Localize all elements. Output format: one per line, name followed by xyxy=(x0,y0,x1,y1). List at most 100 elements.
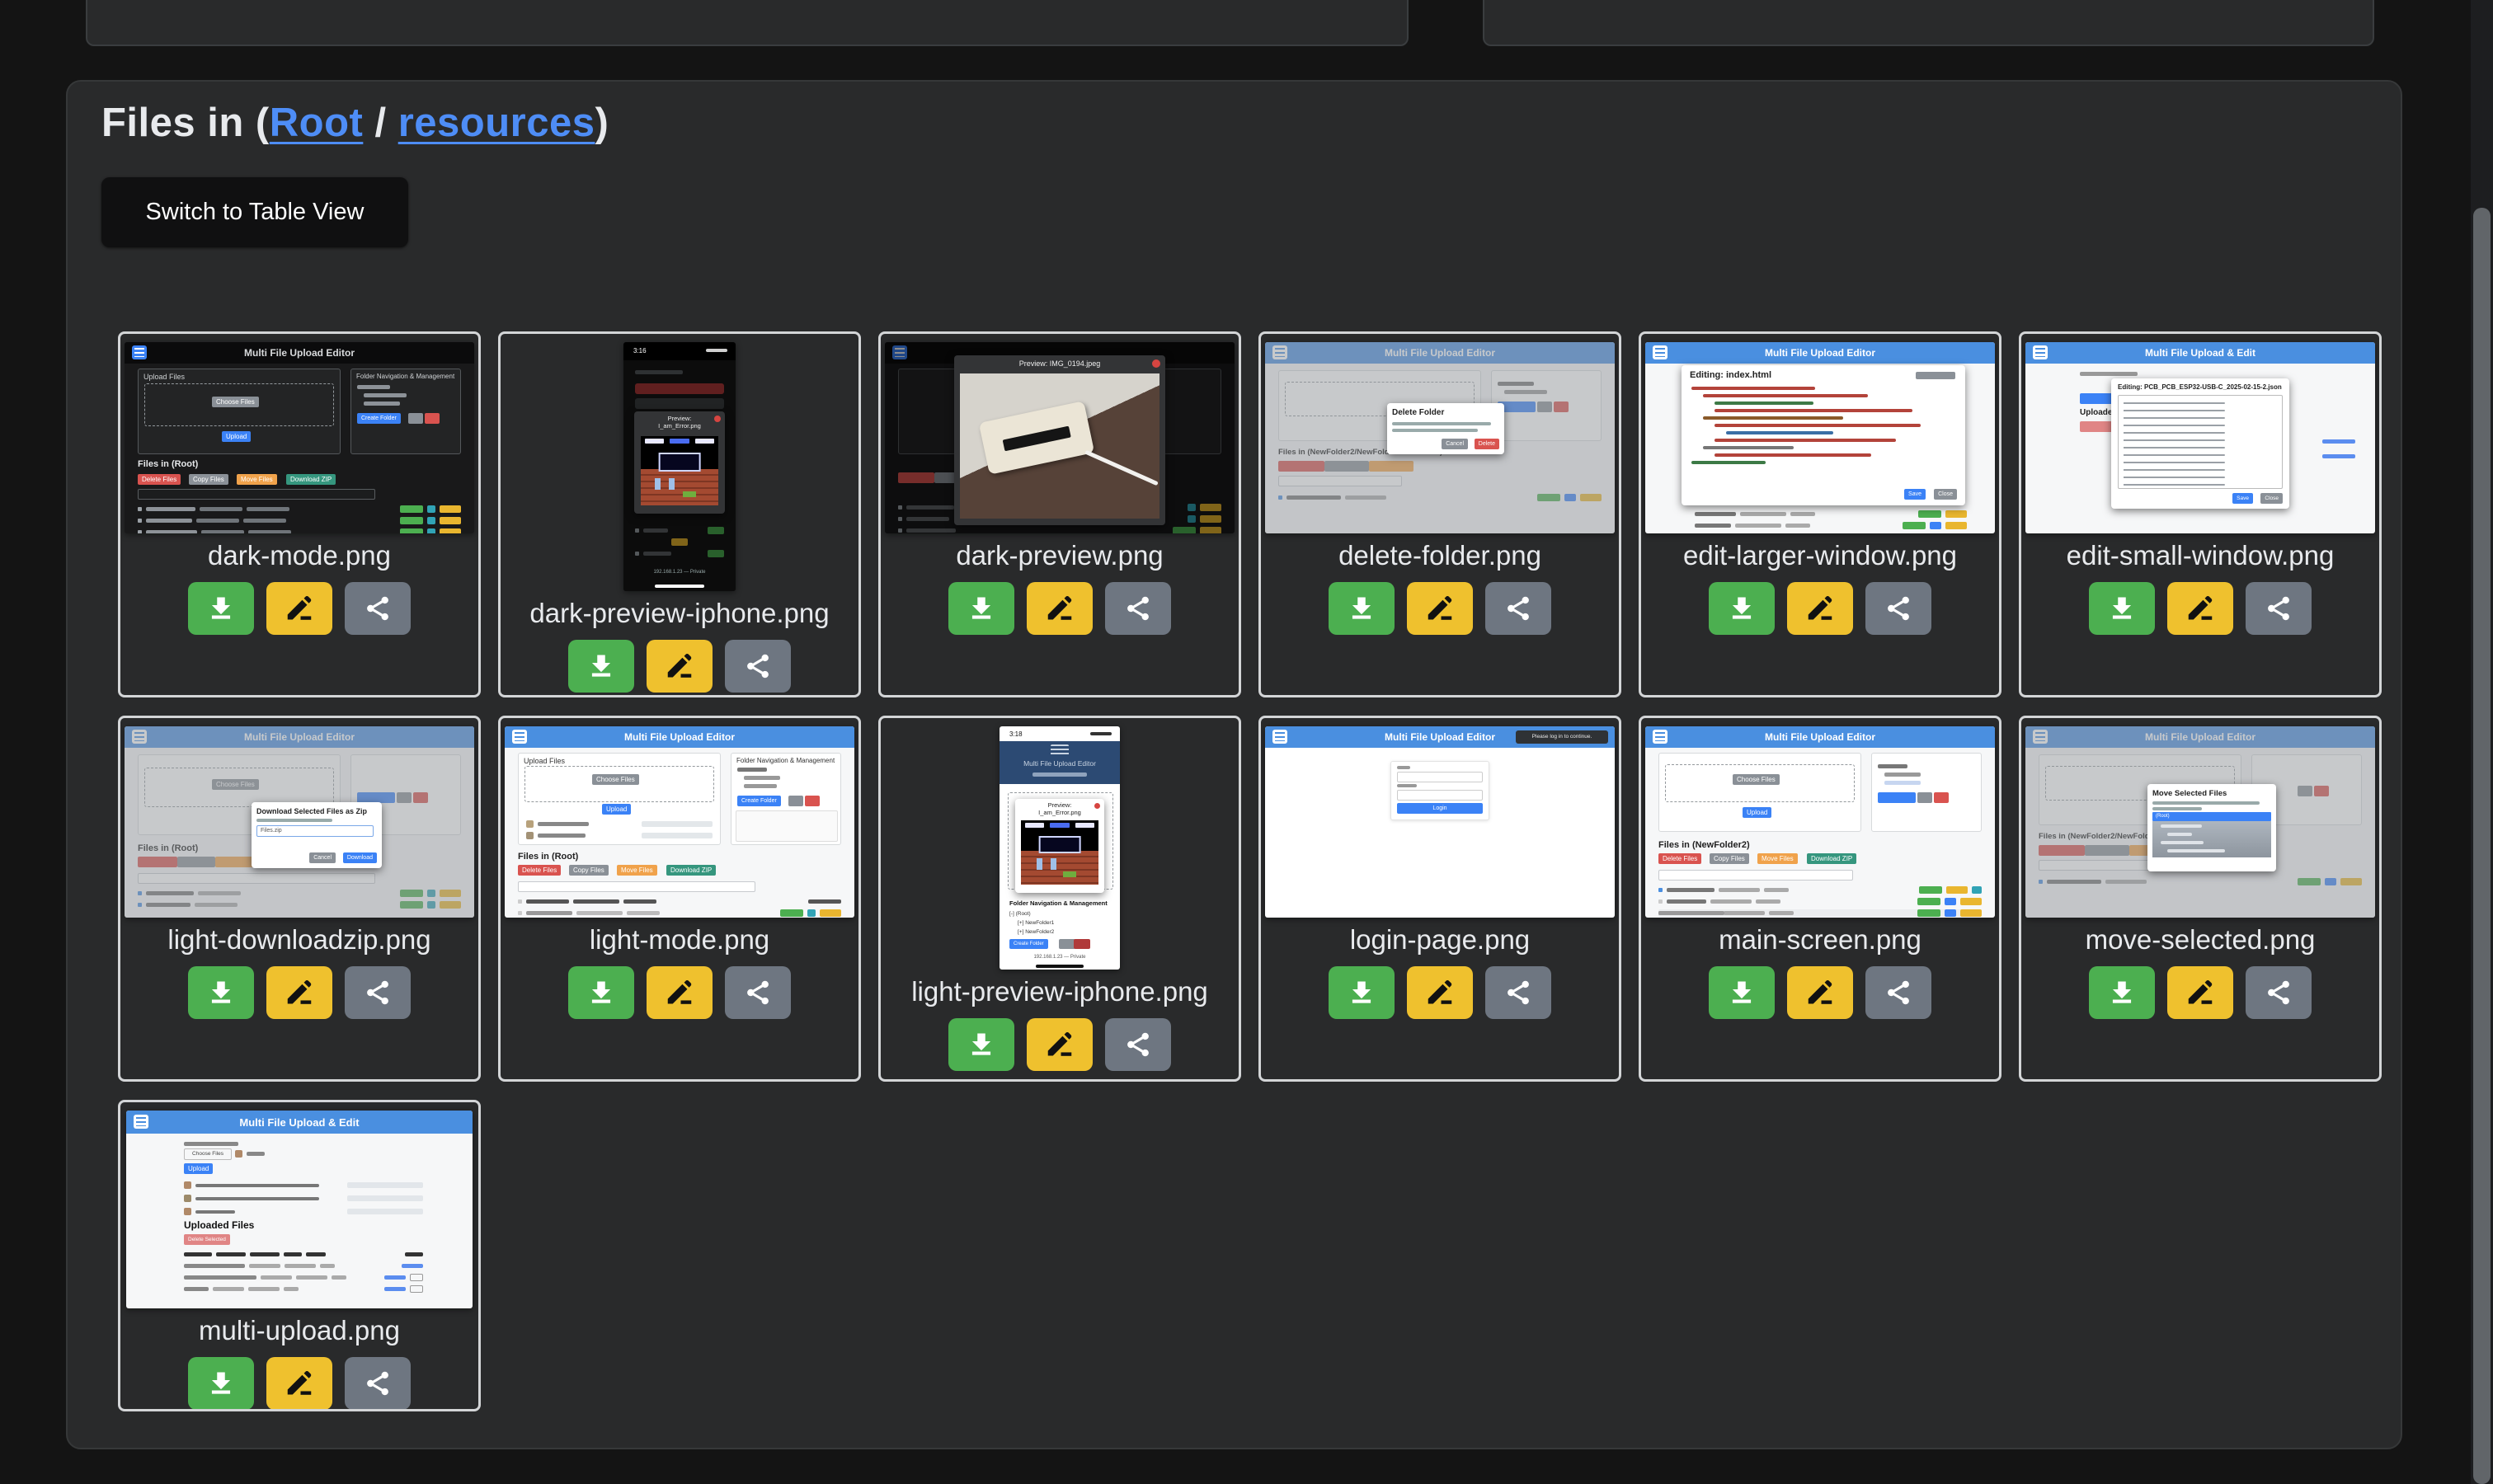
share-button[interactable] xyxy=(1865,582,1931,635)
file-thumbnail[interactable]: 3:16 Preview: I_am_Error.png xyxy=(623,342,736,591)
share-button[interactable] xyxy=(1865,966,1931,1019)
download-button[interactable] xyxy=(568,966,634,1019)
file-thumbnail[interactable]: Multi File Upload Editor Upload Files Ch… xyxy=(505,726,854,918)
edit-icon xyxy=(2185,978,2215,1007)
edit-button[interactable] xyxy=(1407,966,1473,1019)
file-thumbnail[interactable]: Multi File Upload Editor Files in (NewFo… xyxy=(1265,342,1615,533)
mock-panel-label: Upload Files xyxy=(143,373,185,381)
share-button[interactable] xyxy=(725,966,791,1019)
mock-chip: Delete Files xyxy=(1658,853,1701,864)
edit-button[interactable] xyxy=(647,966,713,1019)
mock-tree-line: [-] (Root) xyxy=(1009,911,1031,917)
edit-button[interactable] xyxy=(1407,582,1473,635)
breadcrumb-current-link[interactable]: resources xyxy=(398,101,595,145)
file-actions xyxy=(2021,582,2379,635)
mock-modal-title: Move Selected Files xyxy=(2152,789,2271,798)
download-button[interactable] xyxy=(188,966,254,1019)
download-icon xyxy=(1346,977,1377,1008)
share-button[interactable] xyxy=(1485,582,1551,635)
mock-panel-label: Upload Files xyxy=(524,757,565,765)
menu-icon xyxy=(1653,345,1667,359)
file-thumbnail[interactable]: Multi File Upload Editor Editing: index.… xyxy=(1645,342,1995,533)
edit-button[interactable] xyxy=(1027,582,1093,635)
edit-button[interactable] xyxy=(266,1357,332,1410)
switch-to-table-view-button[interactable]: Switch to Table View xyxy=(101,177,408,247)
top-panel-left xyxy=(86,0,1409,46)
download-icon xyxy=(586,650,617,682)
mock-move-modal: Move Selected Files (Root) xyxy=(2147,784,2276,871)
scrollbar-thumb[interactable] xyxy=(2473,208,2491,1484)
mock-section-title: Files in (Root) xyxy=(518,852,578,862)
mock-username-input xyxy=(1397,772,1483,782)
download-button[interactable] xyxy=(948,582,1014,635)
download-button[interactable] xyxy=(948,1018,1014,1071)
share-button[interactable] xyxy=(2246,582,2312,635)
share-button[interactable] xyxy=(345,1357,411,1410)
mock-game-hud xyxy=(645,439,714,444)
edit-button[interactable] xyxy=(266,966,332,1019)
mock-create-folder-chip: Create Folder xyxy=(737,796,781,806)
mock-upload-chip xyxy=(2080,393,2113,404)
download-icon xyxy=(2106,593,2138,624)
edit-button[interactable] xyxy=(647,640,713,693)
share-button[interactable] xyxy=(1485,966,1551,1019)
mock-download-chip: Download xyxy=(343,852,377,863)
menu-icon xyxy=(2033,345,2048,359)
mock-folder-panel: Folder Navigation & Management xyxy=(350,369,461,454)
download-button[interactable] xyxy=(1709,966,1775,1019)
share-button[interactable] xyxy=(1105,1018,1171,1071)
mock-font-plus-chip xyxy=(1934,372,1955,379)
share-icon xyxy=(1123,594,1153,623)
mock-preview-modal: Preview: IMG_0194.jpeg xyxy=(954,355,1165,525)
file-thumbnail[interactable]: Multi File Upload Editor Choose Files Up… xyxy=(1645,726,1995,918)
file-thumbnail[interactable]: Preview: IMG_0194.jpeg Preview: IMG_0194… xyxy=(885,342,1235,533)
file-thumbnail[interactable]: Multi File Upload & Edit Uploaded Fi Edi… xyxy=(2025,342,2375,533)
file-name: dark-preview.png xyxy=(881,540,1239,571)
share-button[interactable] xyxy=(345,966,411,1019)
edit-icon xyxy=(2185,594,2215,623)
edit-button[interactable] xyxy=(266,582,332,635)
mock-close-icon xyxy=(1152,359,1160,368)
mock-modal-filename: I_am_Error.png xyxy=(634,422,725,430)
mock-option-selected: (Root) xyxy=(2152,812,2271,821)
download-button[interactable] xyxy=(1709,582,1775,635)
edit-button[interactable] xyxy=(1787,582,1853,635)
file-thumbnail[interactable]: Multi File Upload Editor Upload Files Ch… xyxy=(125,342,474,533)
edit-button[interactable] xyxy=(1027,1018,1093,1071)
file-thumbnail[interactable]: Multi File Upload Editor Please log in t… xyxy=(1265,726,1615,918)
mock-header: Multi File Upload Editor xyxy=(1645,342,1995,364)
edit-button[interactable] xyxy=(2167,966,2233,1019)
edit-button[interactable] xyxy=(1787,966,1853,1019)
mock-chip: Move Files xyxy=(617,865,657,876)
file-thumbnail[interactable]: Multi File Upload Editor Files in (NewFo… xyxy=(2025,726,2375,918)
download-button[interactable] xyxy=(2089,582,2155,635)
file-actions xyxy=(501,966,858,1019)
download-button[interactable] xyxy=(568,640,634,693)
file-name: dark-mode.png xyxy=(120,540,478,571)
share-button[interactable] xyxy=(2246,966,2312,1019)
download-button[interactable] xyxy=(188,582,254,635)
breadcrumb-root-link[interactable]: Root xyxy=(270,101,364,145)
edit-button[interactable] xyxy=(2167,582,2233,635)
share-button[interactable] xyxy=(725,640,791,693)
share-button[interactable] xyxy=(345,582,411,635)
download-button[interactable] xyxy=(1329,582,1395,635)
file-actions xyxy=(1261,966,1619,1019)
mock-modal-title: Preview: xyxy=(1015,799,1104,809)
file-name: edit-small-window.png xyxy=(2021,540,2379,571)
download-button[interactable] xyxy=(188,1357,254,1410)
scrollbar-track[interactable] xyxy=(2471,0,2493,1484)
file-thumbnail[interactable]: 3:18 Multi File Upload Editor Preview: I… xyxy=(1000,726,1120,970)
download-icon xyxy=(2106,977,2138,1008)
share-button[interactable] xyxy=(1105,582,1171,635)
download-button[interactable] xyxy=(2089,966,2155,1019)
file-thumbnail[interactable]: Multi File Upload & Edit Choose Files Up… xyxy=(126,1111,473,1308)
edit-icon xyxy=(665,978,694,1007)
download-button[interactable] xyxy=(1329,966,1395,1019)
mock-game-dialog xyxy=(1039,836,1081,853)
file-thumbnail[interactable]: Multi File Upload Editor Choose Files Fi… xyxy=(125,726,474,918)
mock-modal-title: Preview: xyxy=(634,411,725,422)
mock-chip: Copy Files xyxy=(189,474,228,485)
download-icon xyxy=(1346,593,1377,624)
mock-preview-modal: Preview: I_am_Error.png xyxy=(1015,799,1104,893)
